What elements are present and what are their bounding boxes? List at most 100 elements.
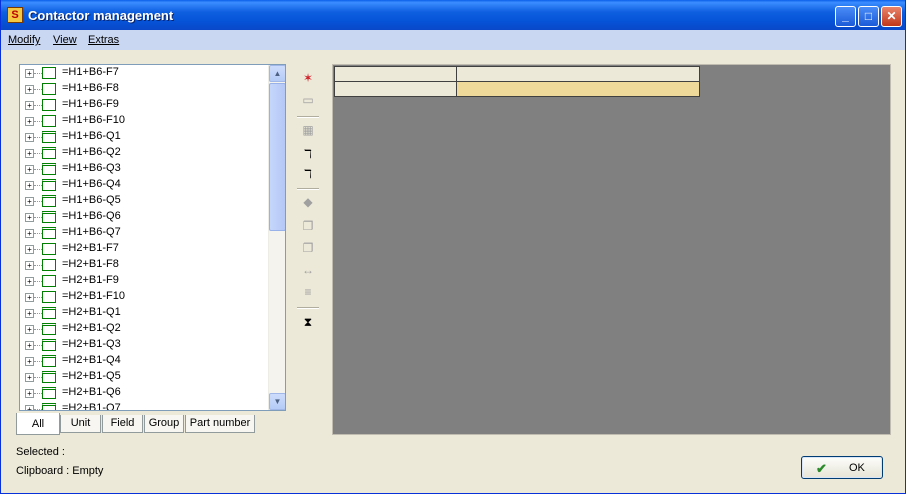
tree-item[interactable]: + =H2+B1-F9 (20, 273, 265, 289)
tree-item[interactable]: + =H1+B6-Q3 (20, 161, 265, 177)
eraser-icon[interactable]: ◆ (297, 192, 319, 212)
tree-item[interactable]: + =H2+B1-Q7 (20, 401, 265, 410)
tree-item[interactable]: + =H2+B1-F10 (20, 289, 265, 305)
menu-modify[interactable]: Modify (8, 34, 40, 46)
menu-extras[interactable]: Extras (88, 34, 119, 46)
tab-part-number[interactable]: Part number (185, 415, 255, 433)
copy-icon[interactable]: ❐ (297, 216, 319, 236)
expand-icon[interactable]: + (25, 309, 34, 318)
tree-item[interactable]: + =H2+B1-Q6 (20, 385, 265, 401)
maximize-button[interactable]: □ (858, 6, 879, 27)
expand-icon[interactable]: + (25, 101, 34, 110)
tree-item[interactable]: + =H2+B1-Q1 (20, 305, 265, 321)
tree-item[interactable]: + =H2+B1-Q5 (20, 369, 265, 385)
device-icon (42, 259, 56, 271)
tab-group[interactable]: Group (144, 415, 184, 433)
ok-button[interactable]: ✔ OK (801, 456, 883, 479)
expand-icon[interactable]: + (25, 229, 34, 238)
expand-icon[interactable]: + (25, 261, 34, 270)
adjust-icon[interactable]: ≡ (297, 282, 319, 302)
open-folder-icon[interactable]: ▭ (297, 90, 319, 110)
scroll-thumb[interactable] (269, 83, 285, 231)
title-bar[interactable]: S Contactor management _ □ ✕ (1, 0, 905, 30)
expand-icon[interactable]: + (25, 117, 34, 126)
tree-connector (34, 377, 42, 378)
tree-item[interactable]: + =H1+B6-Q1 (20, 129, 265, 145)
expand-icon[interactable]: + (25, 181, 34, 190)
tree-item[interactable]: + =H1+B6-Q2 (20, 145, 265, 161)
expand-icon[interactable]: + (25, 373, 34, 382)
close-button[interactable]: ✕ (881, 6, 902, 27)
device-icon (42, 275, 56, 287)
assign-icon[interactable]: ✶ (297, 68, 319, 88)
tree-item-label: =H1+B6-Q7 (62, 226, 121, 238)
grid-cell[interactable] (456, 66, 700, 82)
device-icon (42, 179, 56, 191)
grid-cell-selected[interactable] (456, 81, 700, 97)
tree-item[interactable]: + =H1+B6-F8 (20, 81, 265, 97)
grid-cell[interactable] (334, 81, 457, 97)
tree-item[interactable]: + =H2+B1-Q3 (20, 337, 265, 353)
scroll-up-button[interactable]: ▲ (269, 65, 285, 82)
expand-icon[interactable]: + (25, 325, 34, 334)
expand-icon[interactable]: + (25, 357, 34, 366)
swap-icon[interactable]: ↔ (297, 260, 319, 280)
expand-icon[interactable]: + (25, 149, 34, 158)
expand-icon[interactable]: + (25, 85, 34, 94)
device-icon (42, 195, 56, 207)
table-icon[interactable]: ▦ (297, 120, 319, 140)
contact-icon[interactable]: ℸ (297, 144, 319, 164)
tab-field[interactable]: Field (102, 415, 143, 433)
menu-view[interactable]: View (53, 34, 77, 46)
expand-icon[interactable]: + (25, 277, 34, 286)
tree-connector (34, 361, 42, 362)
tree-item[interactable]: + =H2+B1-Q2 (20, 321, 265, 337)
device-icon (42, 339, 56, 351)
minimize-icon: _ (842, 9, 849, 23)
expand-icon[interactable]: + (25, 165, 34, 174)
expand-icon[interactable]: + (25, 341, 34, 350)
tree-scrollbar[interactable]: ▲ ▼ (268, 65, 285, 410)
tab-all[interactable]: All (16, 413, 60, 435)
device-icon (42, 355, 56, 367)
tree-item[interactable]: + =H2+B1-Q4 (20, 353, 265, 369)
expand-icon[interactable]: + (25, 133, 34, 142)
device-icon (42, 323, 56, 335)
scroll-down-button[interactable]: ▼ (269, 393, 285, 410)
tree-item[interactable]: + =H2+B1-F8 (20, 257, 265, 273)
tree-item-label: =H2+B1-Q1 (62, 306, 121, 318)
tree-connector (34, 249, 42, 250)
tree-item[interactable]: + =H1+B6-Q7 (20, 225, 265, 241)
tree-item[interactable]: + =H1+B6-Q5 (20, 193, 265, 209)
tree-item[interactable]: + =H1+B6-F7 (20, 65, 265, 81)
chevron-down-icon: ▼ (273, 397, 282, 406)
device-icon (42, 387, 56, 399)
tree-item[interactable]: + =H1+B6-F10 (20, 113, 265, 129)
expand-icon[interactable]: + (25, 389, 34, 398)
device-icon (42, 99, 56, 111)
expand-icon[interactable]: + (25, 245, 34, 254)
tree-item-label: =H1+B6-F8 (62, 82, 119, 94)
tree-item[interactable]: + =H1+B6-Q6 (20, 209, 265, 225)
tree-connector (34, 393, 42, 394)
tree-item[interactable]: + =H2+B1-F7 (20, 241, 265, 257)
expand-icon[interactable]: + (25, 69, 34, 78)
device-icon (42, 115, 56, 127)
tab-unit[interactable]: Unit (60, 415, 101, 433)
tree-connector (34, 121, 42, 122)
tree-item[interactable]: + =H1+B6-F9 (20, 97, 265, 113)
fit-icon[interactable]: ⧗ (297, 312, 319, 332)
device-icon (42, 83, 56, 95)
minimize-button[interactable]: _ (835, 6, 856, 27)
expand-icon[interactable]: + (25, 405, 34, 410)
expand-icon[interactable]: + (25, 213, 34, 222)
paste-icon[interactable]: ❐ (297, 238, 319, 258)
grid-cell[interactable] (334, 66, 457, 82)
clipboard-status: Clipboard : Empty (16, 465, 104, 477)
tree-item[interactable]: + =H1+B6-Q4 (20, 177, 265, 193)
expand-icon[interactable]: + (25, 197, 34, 206)
device-tree[interactable]: ▲ ▼ + =H1+B6-F7 + =H1+B6-F8 + =H1+B6-F9 + =H1+B… (19, 64, 286, 411)
expand-icon[interactable]: + (25, 293, 34, 302)
contact-grid-area[interactable] (332, 64, 891, 435)
contact-add-icon[interactable]: ℸ (297, 164, 319, 184)
